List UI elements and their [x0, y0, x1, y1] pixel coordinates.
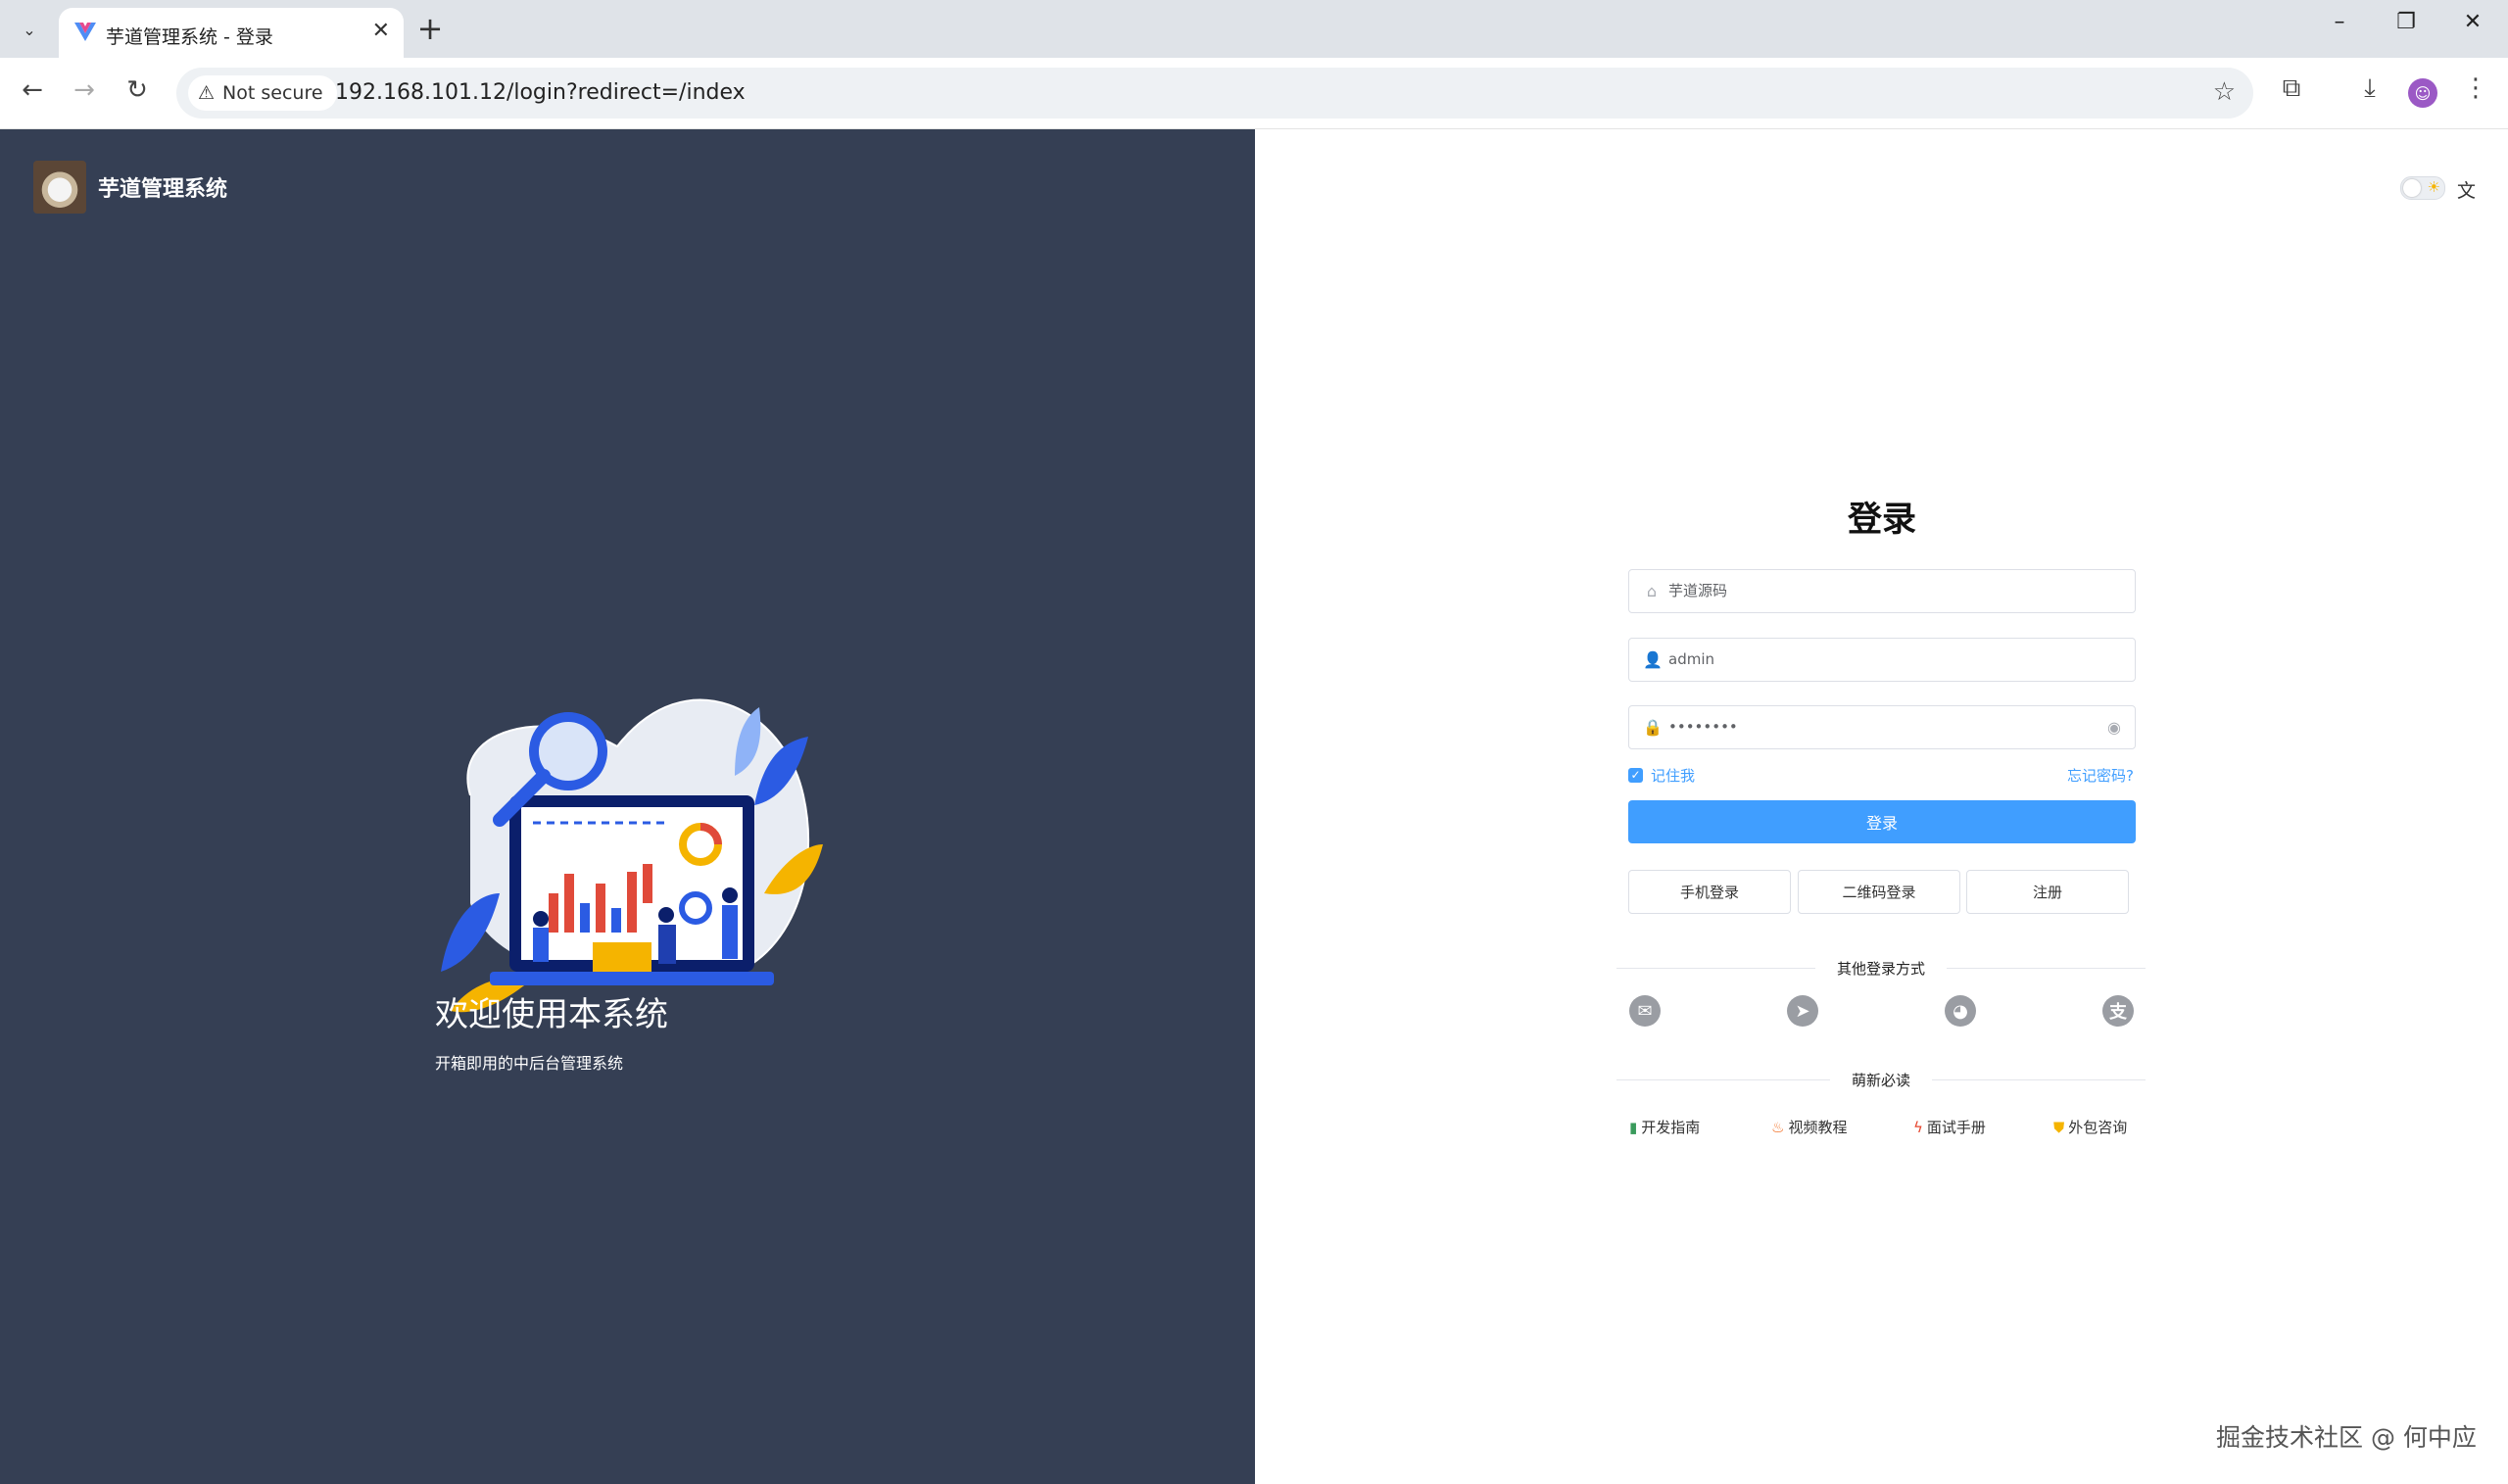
password-field[interactable]: 🔒 ◉ — [1628, 705, 2136, 749]
eye-toggle-icon[interactable]: ◉ — [2107, 718, 2121, 737]
guide-video-label[interactable]: 视频教程 — [1788, 1117, 1847, 1137]
github-icon[interactable]: ◕ — [1945, 995, 1976, 1027]
theme-toggle-knob — [2403, 179, 2421, 197]
brand-name: 芋道管理系统 — [98, 177, 228, 202]
new-tab-plus-icon[interactable]: + — [415, 10, 445, 47]
username-input[interactable] — [1668, 639, 2099, 679]
guide-dev-label[interactable]: 开发指南 — [1641, 1117, 1700, 1137]
sun-icon: ☀ — [2427, 178, 2440, 196]
tab-search-chevron-icon[interactable]: ⌄ — [12, 12, 47, 47]
tab-close-icon[interactable]: ✕ — [372, 19, 390, 43]
shield-icon: ⛊ — [2053, 1118, 2065, 1136]
left-panel: 芋道管理系统 欢迎使用本系统 开箱即用的中后台管理系统 — [0, 129, 1255, 1484]
lock-icon: 🔒 — [1643, 718, 1663, 737]
username-field[interactable]: 👤 — [1628, 638, 2136, 682]
security-chip[interactable]: ⚠ Not secure — [188, 75, 337, 111]
guide-outsource-link[interactable]: ⛊ 外包咨询 — [2053, 1117, 2127, 1137]
guide-video-link[interactable]: ♨ 视频教程 — [1771, 1117, 1847, 1137]
other-methods-divider: 其他登录方式 — [1616, 958, 2146, 979]
address-bar[interactable]: ⚠ Not secure 192.168.101.12/login?redire… — [176, 68, 2253, 119]
brand-logo — [33, 161, 86, 214]
guide-outsource-label[interactable]: 外包咨询 — [2068, 1117, 2127, 1137]
close-window-icon[interactable]: ✕ — [2453, 10, 2492, 34]
brand: 芋道管理系统 — [33, 161, 227, 214]
warning-triangle-icon: ⚠ — [198, 82, 216, 104]
extensions-puzzle-icon[interactable]: ⧉ — [2273, 73, 2310, 104]
watermark: 掘金技术社区 @ 何中应 — [2216, 1423, 2477, 1452]
book-icon: ▮ — [1629, 1118, 1638, 1136]
password-input[interactable] — [1668, 706, 2099, 746]
guide-interview-link[interactable]: ϟ 面试手册 — [1913, 1117, 1986, 1137]
guides-divider: 萌新必读 — [1616, 1070, 2146, 1090]
tenant-input[interactable] — [1668, 570, 2099, 610]
remember-me[interactable]: ✓ 记住我 — [1628, 765, 1695, 786]
tenant-field[interactable]: ⌂ — [1628, 569, 2136, 613]
login-button[interactable]: 登录 — [1628, 800, 2136, 843]
other-methods-label: 其他登录方式 — [1814, 958, 1948, 979]
browser-toolbar: ← → ↻ ⚠ Not secure 192.168.101.12/login?… — [0, 58, 2508, 129]
restore-icon[interactable]: ❐ — [2387, 10, 2426, 34]
phone-login-button[interactable]: 手机登录 — [1628, 870, 1791, 914]
guides-label: 萌新必读 — [1829, 1070, 1933, 1090]
browser-menu-icon[interactable]: ⋮ — [2457, 73, 2494, 103]
remember-label[interactable]: 记住我 — [1651, 765, 1695, 786]
url-text[interactable]: 192.168.101.12/login?redirect=/index — [335, 80, 746, 105]
minimize-icon[interactable]: – — [2320, 10, 2359, 34]
guide-interview-label[interactable]: 面试手册 — [1927, 1117, 1986, 1137]
wechat-icon[interactable]: ✉ — [1629, 995, 1661, 1027]
login-title: 登录 — [1847, 501, 1916, 540]
browser-tab[interactable]: 芋道管理系统 - 登录 ✕ — [59, 8, 404, 58]
guide-dev-link[interactable]: ▮ 开发指南 — [1629, 1117, 1700, 1137]
alipay-icon[interactable]: 支 — [2102, 995, 2134, 1027]
browser-tab-strip: ⌄ 芋道管理系统 - 登录 ✕ + – ❐ ✕ — [0, 0, 2508, 58]
remember-checkbox[interactable]: ✓ — [1628, 768, 1643, 783]
theme-toggle[interactable]: ☀ — [2400, 176, 2445, 200]
welcome-subtitle: 开箱即用的中后台管理系统 — [435, 1054, 624, 1073]
bookmark-star-icon[interactable]: ☆ — [2213, 77, 2236, 107]
vue-favicon-icon — [74, 23, 96, 41]
tab-title: 芋道管理系统 - 登录 — [106, 26, 273, 48]
home-icon: ⌂ — [1646, 582, 1658, 600]
forgot-password-link[interactable]: 忘记密码? — [2036, 765, 2134, 786]
security-label: Not secure — [222, 82, 323, 104]
dingtalk-icon[interactable]: ➤ — [1787, 995, 1818, 1027]
reload-icon[interactable]: ↻ — [120, 75, 155, 105]
language-translate-icon[interactable]: 文 — [2457, 176, 2476, 203]
register-button[interactable]: 注册 — [1966, 870, 2129, 914]
profile-avatar[interactable]: ☺ — [2408, 78, 2437, 108]
lightning-icon: ϟ — [1913, 1118, 1923, 1136]
user-icon: 👤 — [1643, 650, 1663, 669]
welcome-title: 欢迎使用本系统 — [435, 995, 668, 1034]
forward-arrow-icon[interactable]: → — [67, 75, 102, 105]
back-arrow-icon[interactable]: ← — [15, 75, 50, 105]
fire-icon: ♨ — [1771, 1118, 1785, 1136]
downloads-icon[interactable]: ⤓ — [2351, 73, 2388, 104]
qrcode-login-button[interactable]: 二维码登录 — [1798, 870, 1960, 914]
